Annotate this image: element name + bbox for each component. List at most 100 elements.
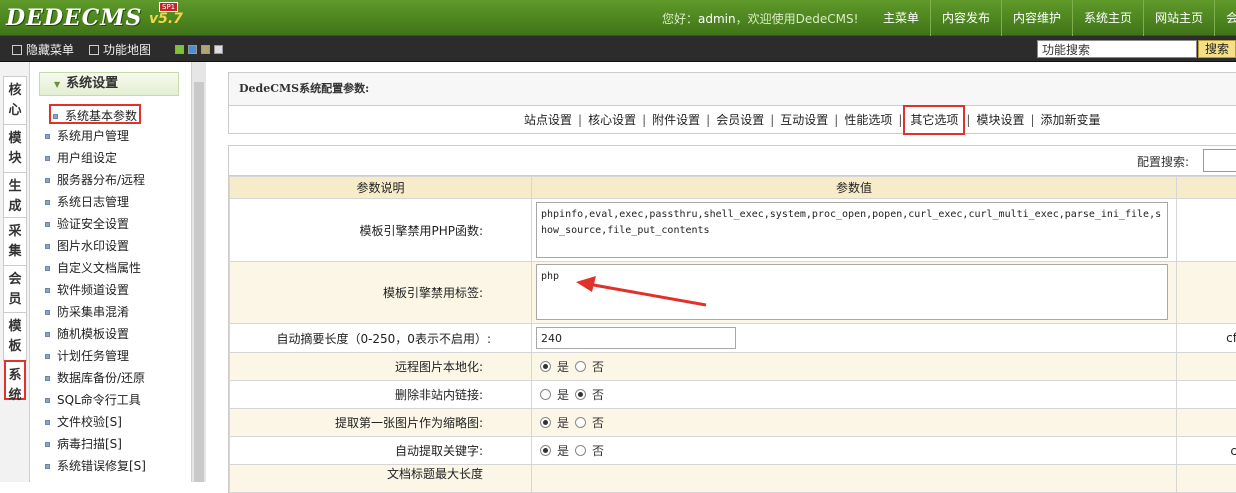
disabled-php-functions-textarea[interactable] [536,202,1168,258]
scroll-thumb[interactable] [194,82,204,482]
sidebar-item[interactable]: 数据库备份/还原 [45,368,145,388]
tab-member[interactable]: 会员 [3,265,27,315]
table-row: 文档标题最大长度 [230,465,1236,493]
tab-generate[interactable]: 生成 [3,172,27,222]
skin-green-button[interactable] [175,45,184,54]
sidebar-item[interactable]: 防采集串混淆 [45,302,129,322]
table-row: 删除非站内链接: 是 否 [230,381,1236,409]
table-row: 提取第一张图片作为缩略图: 是 否 [230,409,1236,437]
sidebar-scrollbar[interactable] [191,62,206,482]
sidebar-item[interactable]: 用户组设定 [45,148,117,168]
version-label: v5.7 [149,11,183,27]
sidebar-item[interactable]: 病毒扫描[S] [45,434,122,454]
tab-core[interactable]: 核心 [3,76,27,126]
tab-module-settings[interactable]: 模块设置 [971,110,1029,130]
nav-maintain[interactable]: 内容维护 [1001,0,1072,36]
sidebar-title[interactable]: ▼系统设置 [39,72,179,96]
sidebar-item-label: 随机模板设置 [57,327,129,341]
radio-yes[interactable] [540,389,551,400]
nav-site-home[interactable]: 网站主页 [1143,0,1214,36]
row-label: 删除非站内链接: [230,381,532,409]
site-map-button[interactable]: 功能地图 [89,41,151,58]
sidebar-item[interactable]: 验证安全设置 [45,214,129,234]
config-search-label: 配置搜索: [1137,153,1189,170]
sidebar-item-label: 系统基本参数 [65,109,137,123]
tab-performance[interactable]: 性能选项 [839,110,897,130]
sidebar-item[interactable]: 随机模板设置 [45,324,129,344]
config-tabs: 站点设置| 核心设置| 附件设置| 会员设置| 互动设置| 性能选项| 其它选项… [228,106,1236,134]
radio-yes[interactable] [540,361,551,372]
hide-menu-button[interactable]: 隐藏菜单 [12,41,74,58]
username: admin [698,12,736,26]
tab-other-options[interactable]: 其它选项 [903,105,965,135]
sidebar-item[interactable]: 系统用户管理 [45,126,129,146]
bullet-icon [45,178,50,183]
first-image-thumb-radio-group: 是 否 [532,414,1176,431]
bullet-icon [53,114,58,119]
tab-system[interactable]: 系统 [4,360,26,400]
sidebar-item[interactable]: 文件校验[S] [45,412,122,432]
sidebar-item[interactable]: 软件频道设置 [45,280,129,300]
annotation-arrow [570,270,710,310]
radio-yes[interactable] [540,417,551,428]
skin-blue-button[interactable] [188,45,197,54]
module-tabs: 核心 模块 生成 采集 会员 模板 系统 [0,62,30,482]
function-search-input[interactable] [1037,40,1197,58]
nav-publish[interactable]: 内容发布 [930,0,1001,36]
var-name: c [1177,437,1236,465]
top-bar: DEDECMS v5.7 SP1 您好：admin，欢迎使用DedeCMS! 主… [0,0,1236,36]
search-button[interactable]: 搜索 [1198,40,1236,58]
summary-length-input[interactable] [536,327,736,349]
map-icon [89,45,99,55]
radio-no[interactable] [575,361,586,372]
radio-yes[interactable] [540,445,551,456]
config-search-input[interactable] [1203,149,1236,172]
nav-main-menu[interactable]: 主菜单 [872,0,930,36]
sidebar-item[interactable]: 自定义文档属性 [45,258,141,278]
skin-brown-button[interactable] [201,45,210,54]
tab-add-variable[interactable]: 添加新变量 [1036,110,1106,130]
sidebar: ▼系统设置 系统基本参数系统用户管理用户组设定服务器分布/远程系统日志管理验证安… [31,62,191,482]
sidebar-item[interactable]: 系统基本参数 [49,104,141,124]
tab-interaction-settings[interactable]: 互动设置 [775,110,833,130]
sidebar-item[interactable]: 系统日志管理 [45,192,129,212]
radio-no[interactable] [575,417,586,428]
sidebar-item-label: 计划任务管理 [57,349,129,363]
sidebar-item[interactable]: SQL命令行工具 [45,390,141,410]
config-area: 配置搜索: 参数说明 参数值 模板引擎禁用PHP函数: 模板引擎禁用标签: 自动… [228,145,1236,493]
tab-module[interactable]: 模块 [3,124,27,174]
tab-collect[interactable]: 采集 [3,217,27,267]
sidebar-item[interactable]: 图片水印设置 [45,236,129,256]
tab-site-settings[interactable]: 站点设置 [519,110,577,130]
main-content: DedeCMS系统配置参数: 站点设置| 核心设置| 附件设置| 会员设置| 互… [216,62,1236,482]
nav-member[interactable]: 会员 [1214,0,1236,36]
bullet-icon [45,442,50,447]
table-row: 自动提取关键字: 是 否 c [230,437,1236,465]
row-label: 自动摘要长度（0-250，0表示不启用）: [230,324,532,353]
tab-template[interactable]: 模板 [3,312,27,362]
sidebar-item-label: 数据库备份/还原 [57,371,145,385]
bullet-icon [45,420,50,425]
radio-no[interactable] [575,445,586,456]
tab-core-settings[interactable]: 核心设置 [583,110,641,130]
column-header-value: 参数值 [532,177,1177,199]
row-label: 模板引擎禁用PHP函数: [230,199,532,262]
sidebar-item-label: 文件校验[S] [57,415,122,429]
bullet-icon [45,134,50,139]
sidebar-item-label: 图片水印设置 [57,239,129,253]
sidebar-item[interactable]: 系统错误修复[S] [45,456,146,476]
logo: DEDECMS [6,5,142,31]
top-nav: 主菜单 内容发布 内容维护 系统主页 网站主页 会员 [872,0,1236,36]
sidebar-item[interactable]: 服务器分布/远程 [45,170,145,190]
nav-system-home[interactable]: 系统主页 [1072,0,1143,36]
sidebar-item-label: SQL命令行工具 [57,393,141,407]
skin-gray-button[interactable] [214,45,223,54]
table-row: 自动摘要长度（0-250，0表示不启用）: cf [230,324,1236,353]
tab-member-settings[interactable]: 会员设置 [711,110,769,130]
sidebar-item[interactable]: 计划任务管理 [45,346,129,366]
sidebar-item-label: 病毒扫描[S] [57,437,122,451]
tab-attachment-settings[interactable]: 附件设置 [647,110,705,130]
radio-no[interactable] [575,389,586,400]
sidebar-item-label: 防采集串混淆 [57,305,129,319]
remote-image-radio-group: 是 否 [532,358,1176,375]
